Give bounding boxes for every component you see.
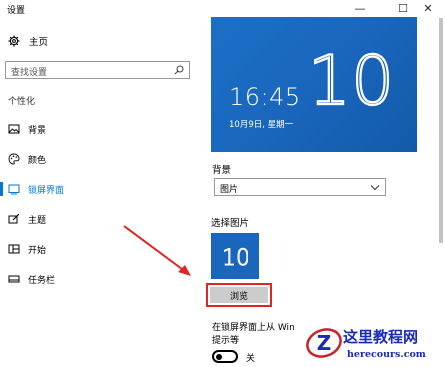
close-button[interactable]: ✕ bbox=[412, 0, 444, 17]
watermark-logo-icon: Z bbox=[306, 328, 342, 358]
scrollbar[interactable] bbox=[437, 18, 445, 367]
chevron-down-icon bbox=[370, 183, 380, 192]
sidebar-item-label: 背景 bbox=[28, 126, 47, 136]
lock-screen-icon bbox=[8, 183, 20, 195]
start-menu-icon bbox=[8, 243, 20, 255]
svg-text:Z: Z bbox=[317, 331, 332, 355]
minimize-button[interactable]: — bbox=[344, 0, 376, 17]
background-label: 背景 bbox=[212, 165, 232, 176]
palette-icon bbox=[8, 153, 20, 165]
picture-thumbnail[interactable]: 10 bbox=[211, 233, 259, 279]
sidebar-item-label: 锁屏界面 bbox=[28, 186, 65, 196]
sidebar-item-background[interactable]: 背景 bbox=[0, 120, 200, 138]
background-dropdown[interactable]: 图片 bbox=[214, 178, 386, 196]
search-icon[interactable] bbox=[173, 64, 185, 76]
browse-button[interactable]: 浏览 bbox=[210, 287, 268, 303]
gear-icon bbox=[8, 35, 20, 47]
scrollbar-thumb[interactable] bbox=[439, 18, 443, 243]
sidebar-item-colors[interactable]: 颜色 bbox=[0, 150, 200, 168]
title-bar: 设置 — ☐ ✕ bbox=[0, 0, 445, 17]
description-line-2: 提示等 bbox=[212, 336, 240, 346]
sidebar-item-label: 主题 bbox=[28, 216, 47, 226]
browse-button-highlight: 浏览 bbox=[206, 283, 272, 307]
selection-indicator bbox=[0, 182, 3, 196]
watermark-url: herecours.com bbox=[347, 349, 426, 360]
sidebar-item-label: 任务栏 bbox=[28, 276, 56, 286]
settings-window: 设置 — ☐ ✕ 主页 查找设置 个性化 背景 颜色 锁屏界面 主题 开始 任务… bbox=[0, 0, 445, 367]
preview-time: 16:45 bbox=[229, 83, 301, 111]
site-watermark: Z 这里教程网 herecours.com bbox=[303, 318, 445, 367]
tips-toggle-switch[interactable] bbox=[212, 350, 238, 363]
annotation-arrow bbox=[123, 225, 191, 276]
windows-10-thumbnail-logo: 10 bbox=[224, 246, 248, 269]
lock-screen-preview: 10 16:45 10月9日, 星期一 bbox=[211, 17, 417, 152]
preview-date: 10月9日, 星期一 bbox=[229, 120, 294, 130]
svg-text:10: 10 bbox=[311, 42, 391, 112]
svg-text:10: 10 bbox=[224, 246, 248, 268]
search-placeholder: 查找设置 bbox=[11, 68, 48, 78]
home-nav-item[interactable]: 主页 bbox=[8, 34, 48, 48]
choose-picture-label: 选择图片 bbox=[211, 218, 250, 229]
toggle-state-label: 关 bbox=[246, 354, 256, 364]
toggle-knob bbox=[216, 353, 222, 360]
section-personalization-label: 个性化 bbox=[8, 97, 36, 107]
description-line-1: 在锁屏界面上从 Win bbox=[212, 323, 295, 333]
taskbar-icon bbox=[8, 273, 20, 285]
watermark-title: 这里教程网 bbox=[343, 328, 419, 346]
theme-brush-icon bbox=[8, 213, 20, 225]
sidebar: 主页 查找设置 个性化 背景 颜色 锁屏界面 主题 开始 任务栏 bbox=[0, 17, 200, 367]
window-title: 设置 bbox=[7, 6, 26, 16]
home-label: 主页 bbox=[29, 37, 49, 48]
sidebar-item-lock-screen[interactable]: 锁屏界面 bbox=[0, 180, 200, 198]
picture-icon bbox=[8, 123, 20, 135]
windows-10-logo: 10 bbox=[311, 42, 391, 112]
lock-screen-tips-description: 在锁屏界面上从 Win 提示等 bbox=[212, 322, 302, 348]
sidebar-item-label: 开始 bbox=[28, 246, 47, 256]
background-dropdown-value: 图片 bbox=[220, 185, 239, 195]
sidebar-item-label: 颜色 bbox=[28, 156, 47, 166]
search-input[interactable]: 查找设置 bbox=[5, 61, 190, 79]
